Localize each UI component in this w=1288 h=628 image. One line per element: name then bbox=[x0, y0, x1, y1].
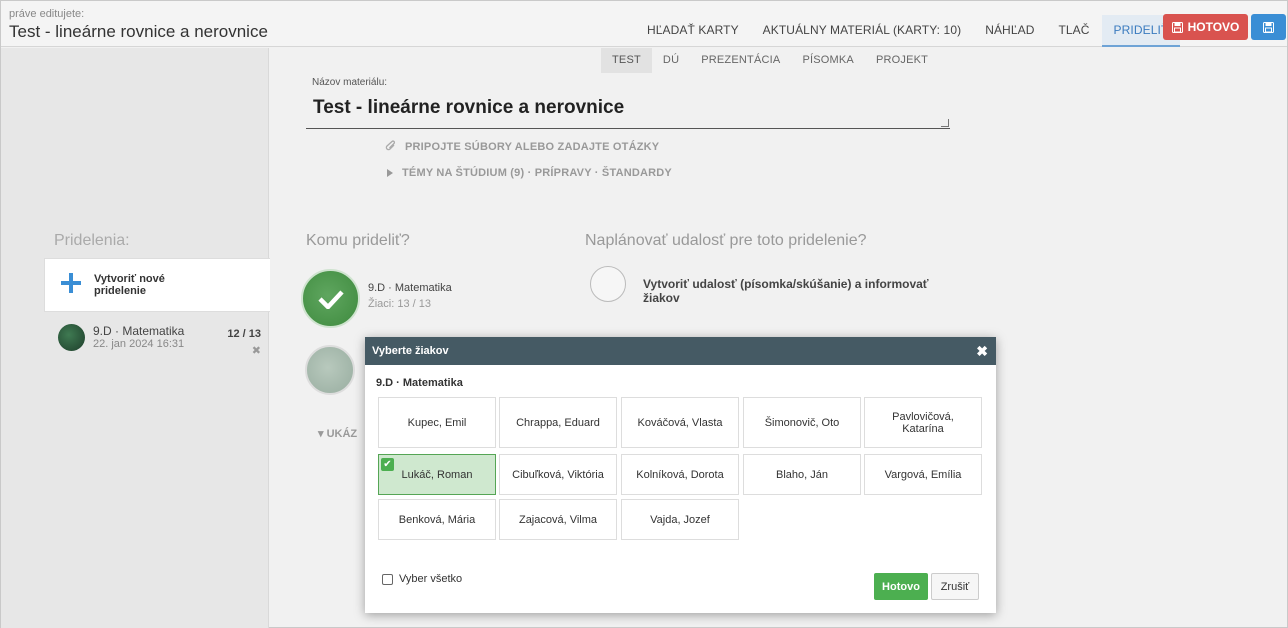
tab-presentation[interactable]: PREZENTÁCIA bbox=[690, 48, 791, 73]
assignments-sidebar: Pridelenia: Vytvoriť nové pridelenie 9.D… bbox=[1, 48, 270, 628]
assignment-title: 9.D · Matematika bbox=[93, 324, 185, 338]
tab-print[interactable]: TLAČ bbox=[1046, 15, 1101, 47]
tab-homework[interactable]: DÚ bbox=[652, 48, 690, 73]
done-button[interactable]: HOTOVO bbox=[1163, 14, 1248, 40]
student-tile-selected[interactable]: ✔ Lukáč, Roman bbox=[378, 454, 496, 495]
student-tile[interactable]: Vargová, Emília bbox=[864, 454, 982, 495]
select-all-label: Vyber všetko bbox=[399, 573, 463, 585]
student-tile[interactable]: Vajda, Jozef bbox=[621, 499, 739, 540]
tab-project[interactable]: PROJEKT bbox=[865, 48, 939, 73]
material-type-nav: TEST DÚ PREZENTÁCIA PÍSOMKA PROJEKT bbox=[601, 48, 939, 73]
sidebar-heading: Pridelenia: bbox=[54, 232, 130, 249]
attach-files-label: PRIPOJTE SÚBORY ALEBO ZADAJTE OTÁZKY bbox=[405, 140, 660, 153]
select-students-dialog: Vyberte žiakov ✖ 9.D · Matematika Kupec,… bbox=[365, 337, 996, 613]
student-tile[interactable]: Pavlovičová, Katarína bbox=[864, 397, 982, 448]
top-header: práve editujete: Test - lineárne rovnice… bbox=[1, 1, 1287, 47]
dialog-cancel-button[interactable]: Zrušiť bbox=[931, 573, 979, 600]
checkbox-icon bbox=[382, 573, 393, 585]
student-tile[interactable]: Chrappa, Eduard bbox=[499, 397, 617, 448]
caret-down-icon: ▾ bbox=[318, 428, 327, 440]
done-label: HOTOVO bbox=[1187, 20, 1240, 34]
checkmark-icon bbox=[317, 289, 344, 309]
assignment-date: 22. jan 2024 16:31 bbox=[93, 338, 185, 350]
assignment-item[interactable]: 9.D · Matematika 22. jan 2024 16:31 12 /… bbox=[44, 316, 269, 366]
tab-find-cards[interactable]: HĽADAŤ KARTY bbox=[635, 15, 751, 47]
class-name: 9.D · Matematika bbox=[368, 282, 452, 294]
event-label: Vytvoriť udalosť (písomka/skúšanie) a in… bbox=[643, 277, 929, 305]
to-whom-heading: Komu prideliť? bbox=[306, 232, 410, 249]
editing-title: Test - lineárne rovnice a nerovnice bbox=[9, 22, 268, 41]
top-nav: HĽADAŤ KARTY AKTUÁLNY MATERIÁL (KARTY: 1… bbox=[635, 15, 1181, 47]
new-assignment-button[interactable]: Vytvoriť nové pridelenie bbox=[44, 258, 270, 312]
material-name-label: Názov materiálu: bbox=[312, 77, 388, 88]
student-tile[interactable]: Benková, Mária bbox=[378, 499, 496, 540]
editing-label: práve editujete: bbox=[9, 8, 85, 20]
remove-icon[interactable]: ✖ bbox=[252, 344, 261, 357]
assignment-count: 12 / 13 bbox=[227, 328, 261, 340]
student-tile[interactable]: Kolníková, Dorota bbox=[621, 454, 739, 495]
save-icon bbox=[1263, 21, 1274, 33]
paperclip-icon bbox=[385, 140, 396, 151]
student-tile[interactable]: Kupec, Emil bbox=[378, 397, 496, 448]
topics-label: TÉMY NA ŠTÚDIUM (9) · PRÍPRAVY · ŠTANDAR… bbox=[402, 167, 672, 179]
topics-toggle[interactable]: TÉMY NA ŠTÚDIUM (9) · PRÍPRAVY · ŠTANDAR… bbox=[387, 167, 672, 179]
dialog-header: Vyberte žiakov ✖ bbox=[365, 337, 996, 365]
tab-preview[interactable]: NÁHĽAD bbox=[973, 15, 1046, 47]
material-name-field[interactable]: Test - lineárne rovnice a nerovnice bbox=[306, 91, 950, 129]
class-selected-toggle[interactable] bbox=[301, 269, 360, 328]
class-students: Žiaci: 13 / 13 bbox=[368, 298, 431, 310]
caret-right-icon bbox=[387, 169, 393, 177]
dialog-done-button[interactable]: Hotovo bbox=[874, 573, 928, 600]
student-tile[interactable]: Zajacová, Vilma bbox=[499, 499, 617, 540]
material-name-value: Test - lineárne rovnice a nerovnice bbox=[313, 97, 625, 118]
tab-test[interactable]: TEST bbox=[601, 48, 652, 73]
close-icon[interactable]: ✖ bbox=[976, 343, 988, 360]
student-tile[interactable]: Blaho, Ján bbox=[743, 454, 861, 495]
save-icon bbox=[1171, 21, 1183, 33]
checkbox-checked-icon: ✔ bbox=[381, 458, 394, 471]
show-more-label: UKÁZ bbox=[326, 428, 358, 440]
plus-icon bbox=[61, 273, 81, 293]
class-avatar bbox=[58, 324, 85, 351]
student-tile[interactable]: Kováčová, Vlasta bbox=[621, 397, 739, 448]
event-toggle[interactable] bbox=[590, 266, 626, 302]
new-assignment-label: Vytvoriť nové pridelenie bbox=[94, 273, 165, 297]
select-all-checkbox[interactable]: Vyber všetko bbox=[382, 573, 462, 585]
student-name: Lukáč, Roman bbox=[401, 468, 473, 481]
dialog-title: Vyberte žiakov bbox=[372, 345, 449, 357]
tab-written-test[interactable]: PÍSOMKA bbox=[791, 48, 865, 73]
attach-files-link[interactable]: PRIPOJTE SÚBORY ALEBO ZADAJTE OTÁZKY bbox=[385, 140, 659, 153]
tab-current-material[interactable]: AKTUÁLNY MATERIÁL (KARTY: 10) bbox=[751, 15, 974, 47]
resize-handle[interactable] bbox=[941, 119, 949, 127]
save-button[interactable] bbox=[1251, 14, 1286, 40]
schedule-heading: Naplánovať udalosť pre toto pridelenie? bbox=[585, 232, 867, 249]
dialog-class-label: 9.D · Matematika bbox=[376, 377, 463, 389]
student-tile[interactable]: Šimonovič, Oto bbox=[743, 397, 861, 448]
class-toggle-secondary[interactable] bbox=[305, 345, 355, 395]
show-more-toggle[interactable]: ▾ UKÁZ bbox=[318, 427, 357, 440]
student-tile[interactable]: Cibuľková, Viktória bbox=[499, 454, 617, 495]
